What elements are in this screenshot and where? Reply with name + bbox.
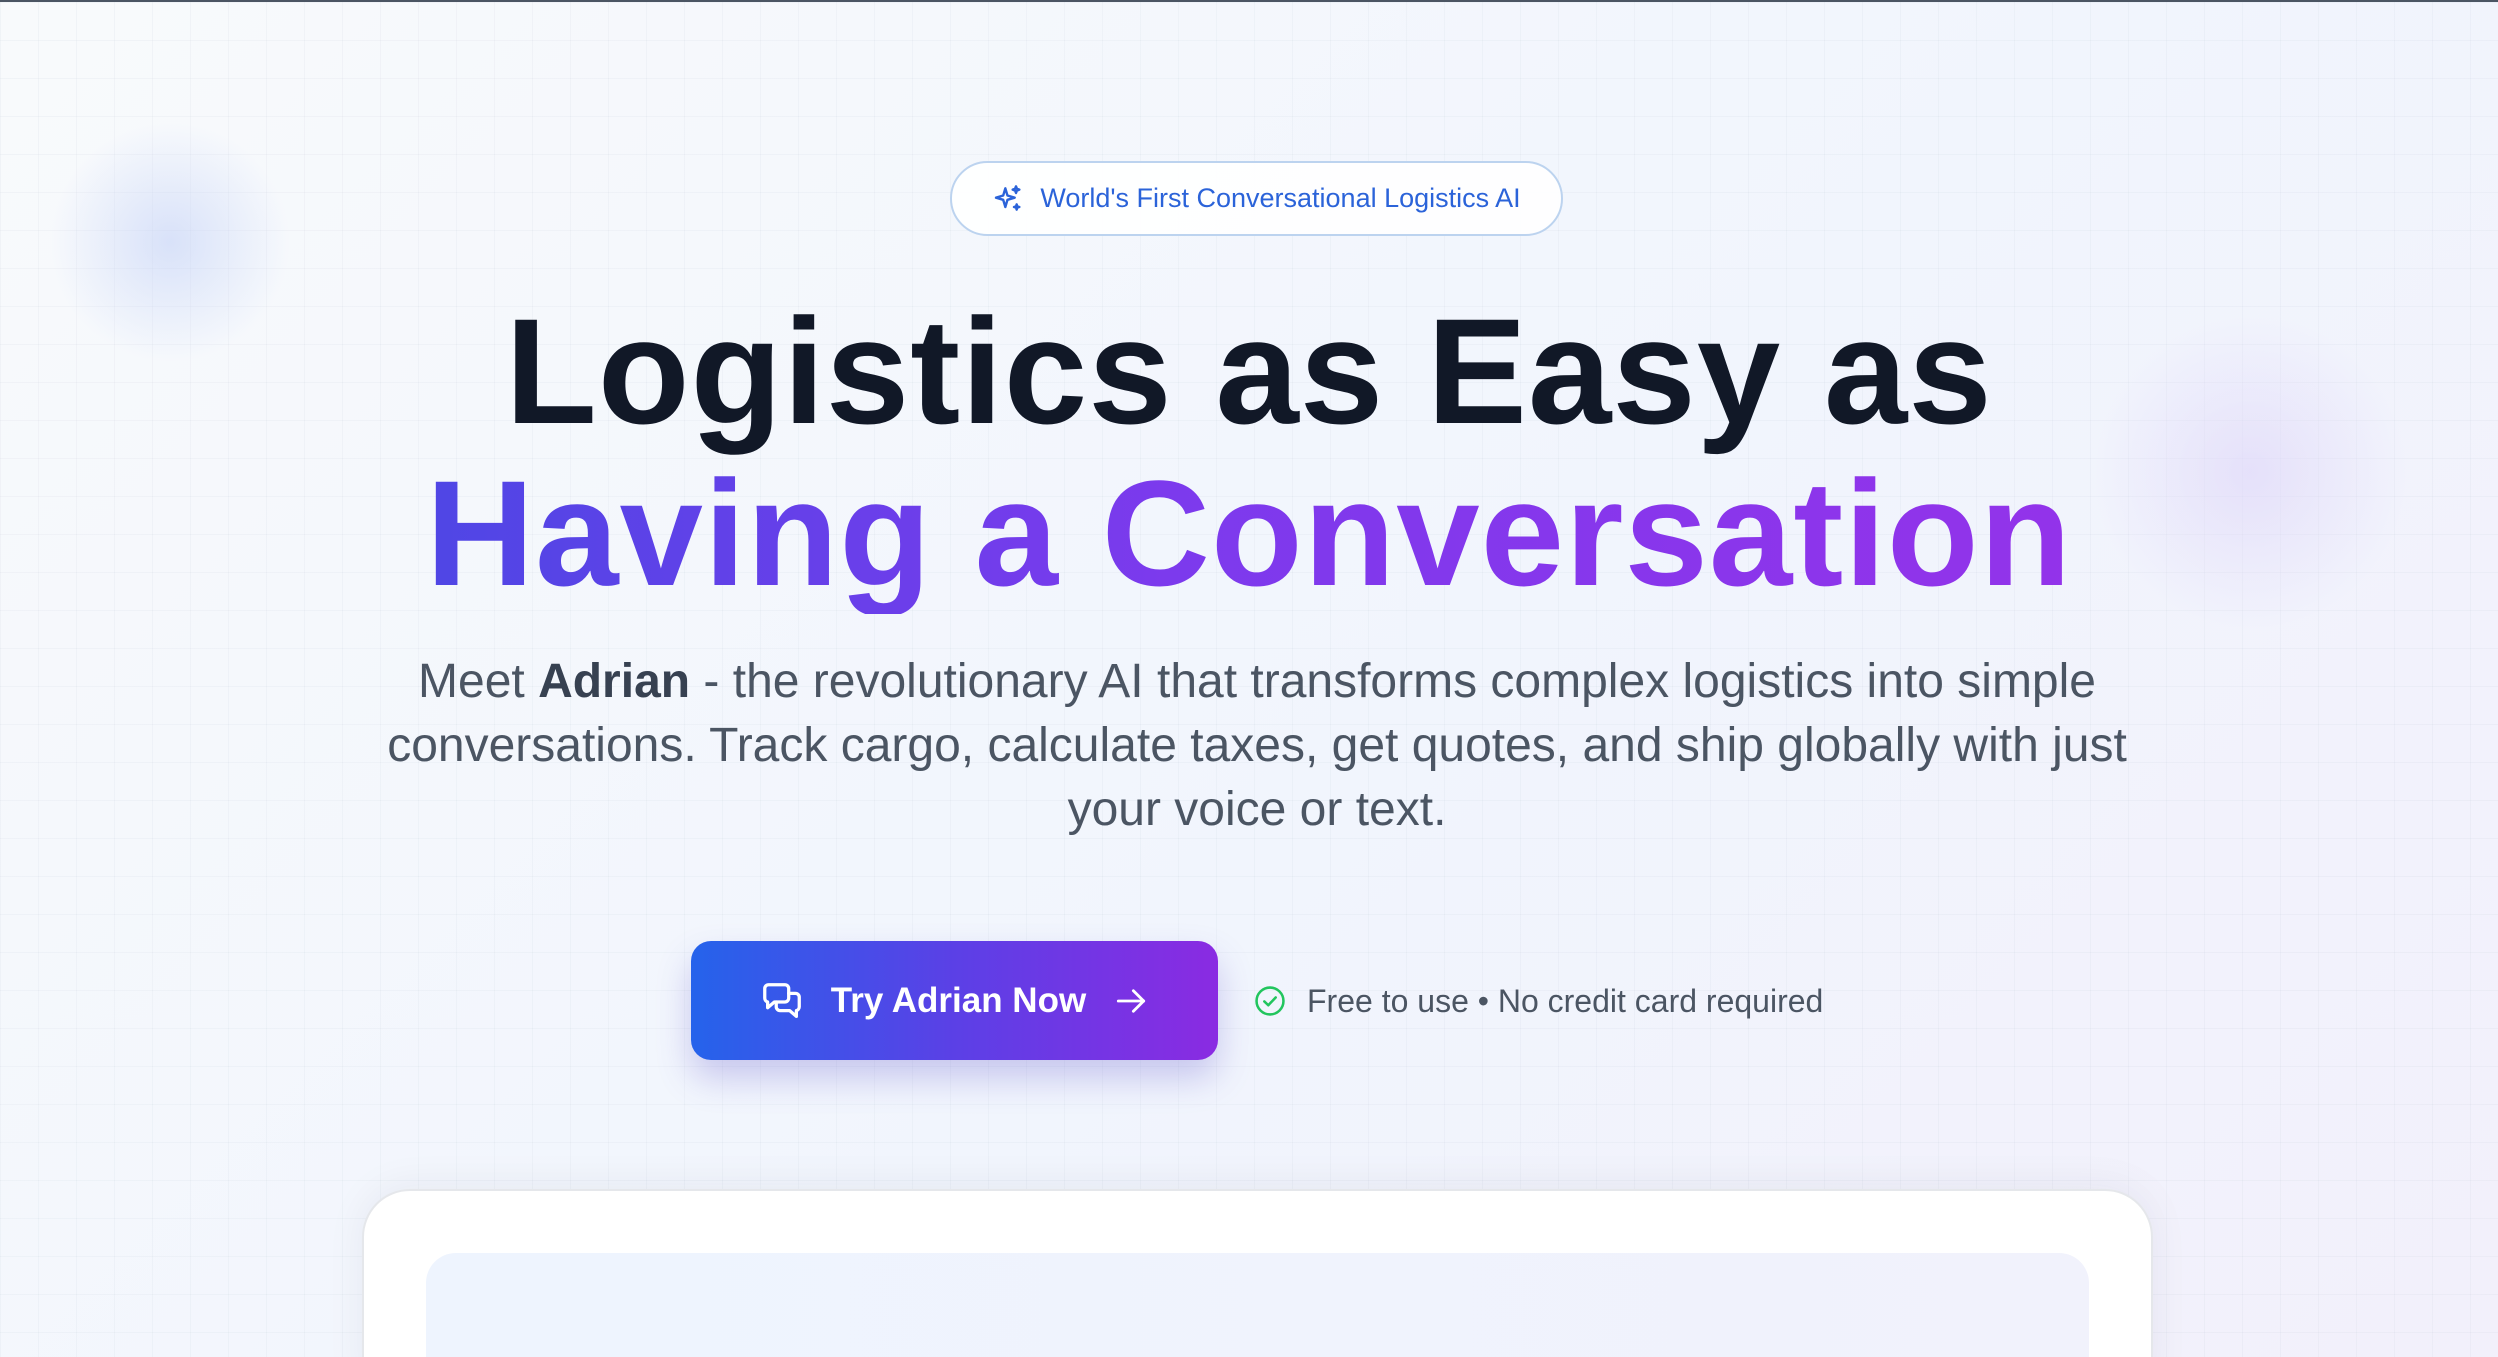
product-preview-card	[362, 1189, 2153, 1357]
check-circle-icon	[1255, 986, 1285, 1016]
subtitle-product-name: Adrian	[538, 655, 691, 708]
free-note: Free to use • No credit card required	[1253, 981, 1823, 1021]
badge-text: World's First Conversational Logistics A…	[1040, 183, 1521, 213]
subtitle-prefix: Meet	[418, 655, 539, 708]
arrow-right-icon	[1117, 988, 1146, 1013]
headline-line-1: Logistics as Easy as	[505, 287, 1993, 455]
free-note-text: Free to use • No credit card required	[1307, 982, 1824, 1019]
hero-subtitle: Meet Adrian - the revolutionary AI that …	[370, 650, 2144, 842]
product-preview-panel	[426, 1253, 2089, 1357]
try-adrian-button[interactable]: Try Adrian Now	[691, 941, 1218, 1060]
headline-line-2-gradient: Having a Conversation	[425, 449, 2073, 617]
announcement-badge: World's First Conversational Logistics A…	[950, 161, 1563, 236]
sparkles-icon	[995, 184, 1021, 211]
chat-bubbles-icon	[762, 982, 801, 1018]
try-adrian-label: Try Adrian Now	[830, 980, 1087, 1020]
hero-headline: Logistics as Easy as Having a Conversati…	[0, 290, 2498, 614]
